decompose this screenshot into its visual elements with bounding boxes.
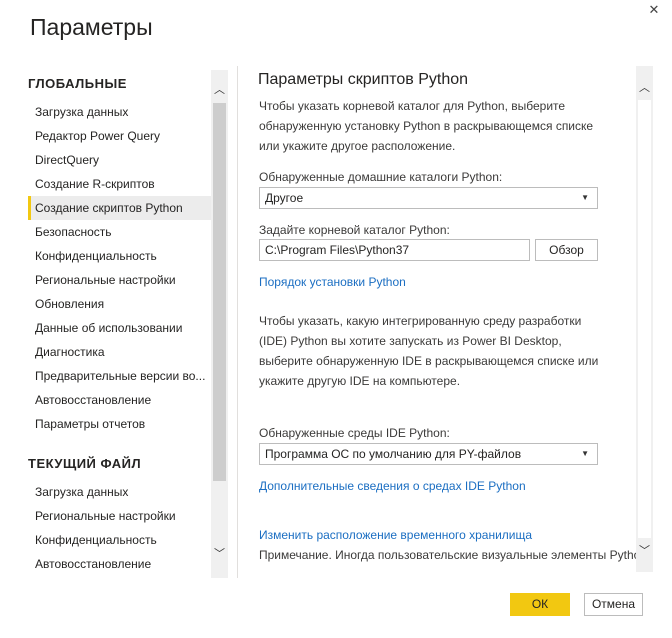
sidebar-scroll-down-icon[interactable]: ﹀ xyxy=(211,546,228,562)
python-root-description: Чтобы указать корневой каталог для Pytho… xyxy=(259,99,594,153)
chevron-down-icon: ▼ xyxy=(581,449,589,458)
sidebar-scrollbar-thumb[interactable] xyxy=(213,103,226,481)
settings-content: Параметры скриптов Python Чтобы указать … xyxy=(258,66,638,570)
content-title: Параметры скриптов Python xyxy=(258,71,469,88)
sidebar-item[interactable]: Автовосстановление xyxy=(28,552,211,576)
content-scrollbar-thumb[interactable] xyxy=(638,100,651,538)
sidebar-item[interactable]: Региональные настройки xyxy=(28,504,211,528)
change-temp-storage-link[interactable]: Изменить расположение временного хранили… xyxy=(259,528,532,542)
detected-home-label: Обнаруженные домашние каталоги Python: xyxy=(259,170,503,184)
sidebar-item[interactable]: Редактор Power Query xyxy=(28,124,211,148)
sidebar-scroll-up-icon[interactable]: ︿ xyxy=(211,82,228,98)
section-header-global: ГЛОБАЛЬНЫЕ xyxy=(28,76,127,91)
cancel-button[interactable]: Отмена xyxy=(584,593,643,616)
section-header-current-file: ТЕКУЩИЙ ФАЙЛ xyxy=(28,456,142,471)
sidebar-item[interactable]: Диагностика xyxy=(28,340,211,364)
install-order-link[interactable]: Порядок установки Python xyxy=(259,275,406,289)
pane-divider xyxy=(237,66,238,578)
note-text: Примечание. Иногда пользовательские визу… xyxy=(259,548,638,562)
sidebar-item[interactable]: Конфиденциальность xyxy=(28,244,211,268)
browse-button[interactable]: Обзор xyxy=(535,239,598,261)
sidebar-item[interactable]: Загрузка данных xyxy=(28,480,211,504)
sidebar-item[interactable]: Параметры отчетов xyxy=(28,412,211,436)
chevron-down-icon: ▼ xyxy=(581,193,589,202)
detected-home-dropdown[interactable]: Другое ▼ xyxy=(259,187,598,209)
sidebar-item[interactable]: Безопасность xyxy=(28,220,211,244)
root-dir-input[interactable]: C:\Program Files\Python37 xyxy=(259,239,530,261)
sidebar-item[interactable]: Загрузка данных xyxy=(28,100,211,124)
ide-description: Чтобы указать, какую интегрированную сре… xyxy=(259,314,599,388)
sidebar-item[interactable]: Региональные настройки xyxy=(28,268,211,292)
ok-button[interactable]: ОК xyxy=(510,593,570,616)
detected-ide-dropdown[interactable]: Программа ОС по умолчанию для PY-файлов … xyxy=(259,443,598,465)
content-scroll-down-icon[interactable]: ﹀ xyxy=(636,543,653,559)
sidebar-item[interactable]: Предварительные версии во... xyxy=(28,364,211,388)
sidebar-nav: ГЛОБАЛЬНЫЕ Загрузка данных Редактор Power… xyxy=(0,66,231,578)
detected-ide-label: Обнаруженные среды IDE Python: xyxy=(259,426,450,440)
root-dir-label: Задайте корневой каталог Python: xyxy=(259,223,450,237)
sidebar-item[interactable]: DirectQuery xyxy=(28,148,211,172)
detected-home-value: Другое xyxy=(265,191,304,205)
sidebar-item[interactable]: Создание скриптов Python xyxy=(28,196,211,220)
sidebar-item[interactable]: Автовосстановление xyxy=(28,388,211,412)
content-scroll-up-icon[interactable]: ︿ xyxy=(636,80,653,96)
close-icon[interactable]: ✕ xyxy=(644,2,664,18)
sidebar-item[interactable]: Конфиденциальность xyxy=(28,528,211,552)
detected-ide-value: Программа ОС по умолчанию для PY-файлов xyxy=(265,447,522,461)
sidebar-item[interactable]: Обновления xyxy=(28,292,211,316)
sidebar-item[interactable]: Создание R-скриптов xyxy=(28,172,211,196)
dialog-title: Параметры xyxy=(30,14,153,40)
sidebar-item[interactable]: Данные об использовании xyxy=(28,316,211,340)
ide-more-info-link[interactable]: Дополнительные сведения о средах IDE Pyt… xyxy=(259,479,526,493)
